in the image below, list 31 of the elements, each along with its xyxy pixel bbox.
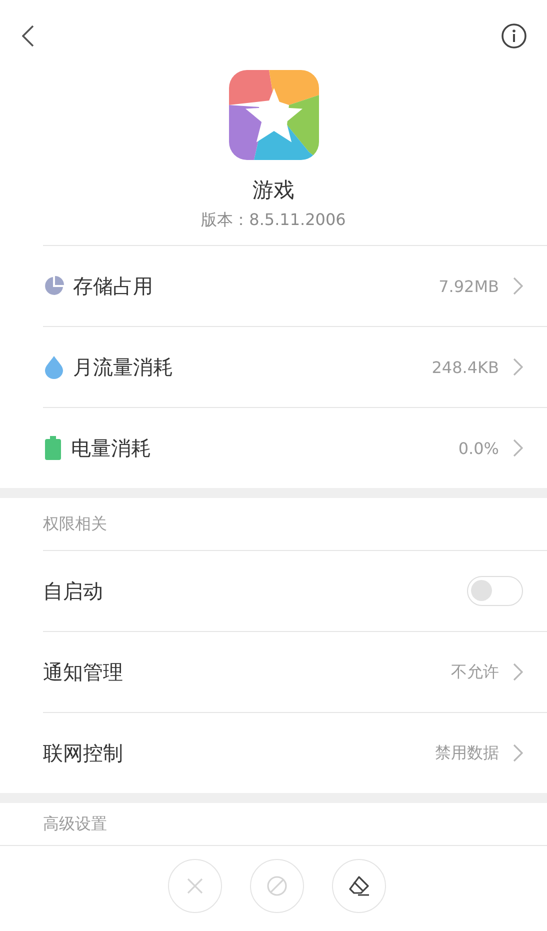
row-label: 月流量消耗	[73, 354, 174, 380]
chevron-icon	[513, 358, 523, 376]
chevron-icon	[513, 744, 523, 762]
usage-row[interactable]: 存储占用 7.92MB	[43, 245, 547, 326]
row-value: 不允许	[451, 662, 499, 682]
toggle-switch[interactable]	[467, 576, 523, 606]
chevron-icon	[513, 277, 523, 295]
row-value: 7.92MB	[438, 276, 499, 296]
app-name: 游戏	[252, 177, 294, 204]
row-label: 联网控制	[43, 740, 124, 766]
usage-row[interactable]: 月流量消耗 248.4KB	[43, 326, 547, 407]
row-value: 0.0%	[458, 438, 499, 458]
water-drop-icon	[43, 355, 65, 379]
section-header: 高级设置	[0, 803, 547, 846]
battery-icon	[43, 436, 63, 460]
section-header: 权限相关	[42, 512, 108, 534]
row-label: 电量消耗	[71, 434, 152, 462]
chevron-icon	[513, 439, 523, 457]
row-label: 自启动	[43, 578, 104, 604]
row-label: 通知管理	[43, 658, 124, 686]
back-icon[interactable]	[22, 25, 34, 47]
settings-row[interactable]: 通知管理 不允许	[43, 631, 547, 712]
star-app-icon	[228, 70, 318, 160]
pie-chart-icon	[43, 275, 65, 297]
app-version: 版本：8.5.11.2006	[201, 210, 346, 231]
row-value: 禁用数据	[435, 742, 499, 764]
settings-row[interactable]: 自启动	[43, 550, 547, 631]
info-icon[interactable]	[501, 23, 527, 49]
row-label: 存储占用	[73, 272, 154, 300]
chevron-icon	[513, 663, 523, 681]
row-value: 248.4KB	[432, 358, 499, 376]
